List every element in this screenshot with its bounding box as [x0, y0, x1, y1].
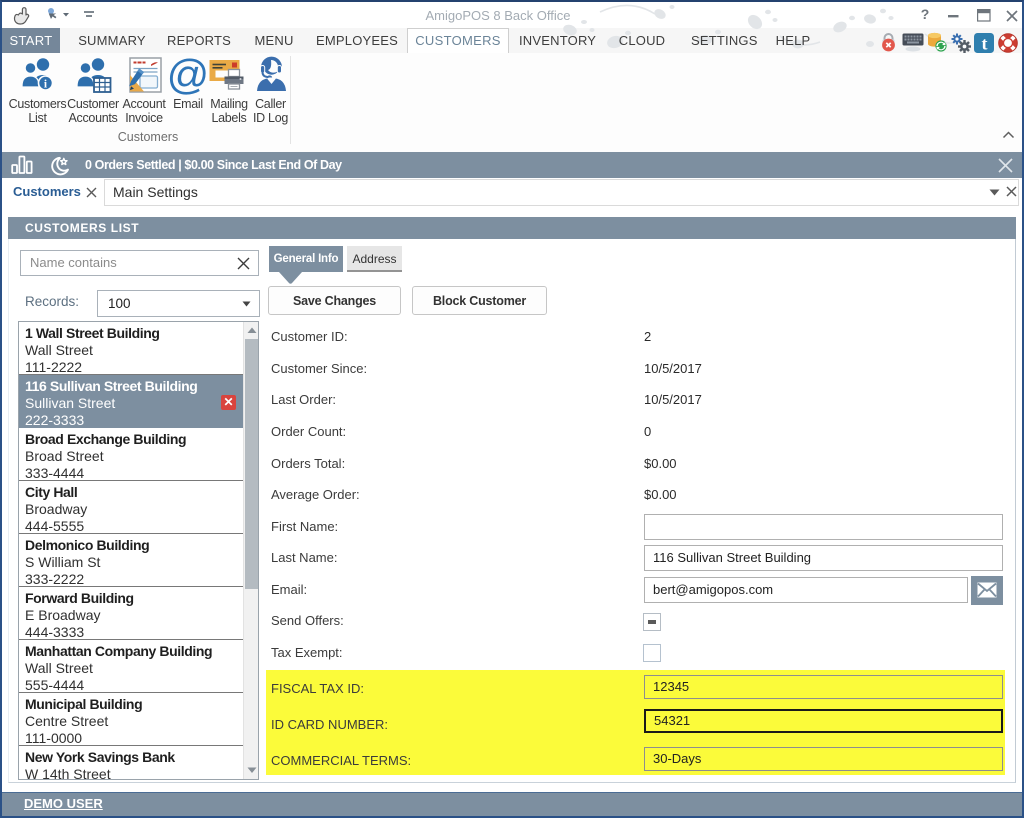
svg-text:t: t — [982, 34, 988, 54]
svg-text:@: @ — [167, 55, 210, 96]
